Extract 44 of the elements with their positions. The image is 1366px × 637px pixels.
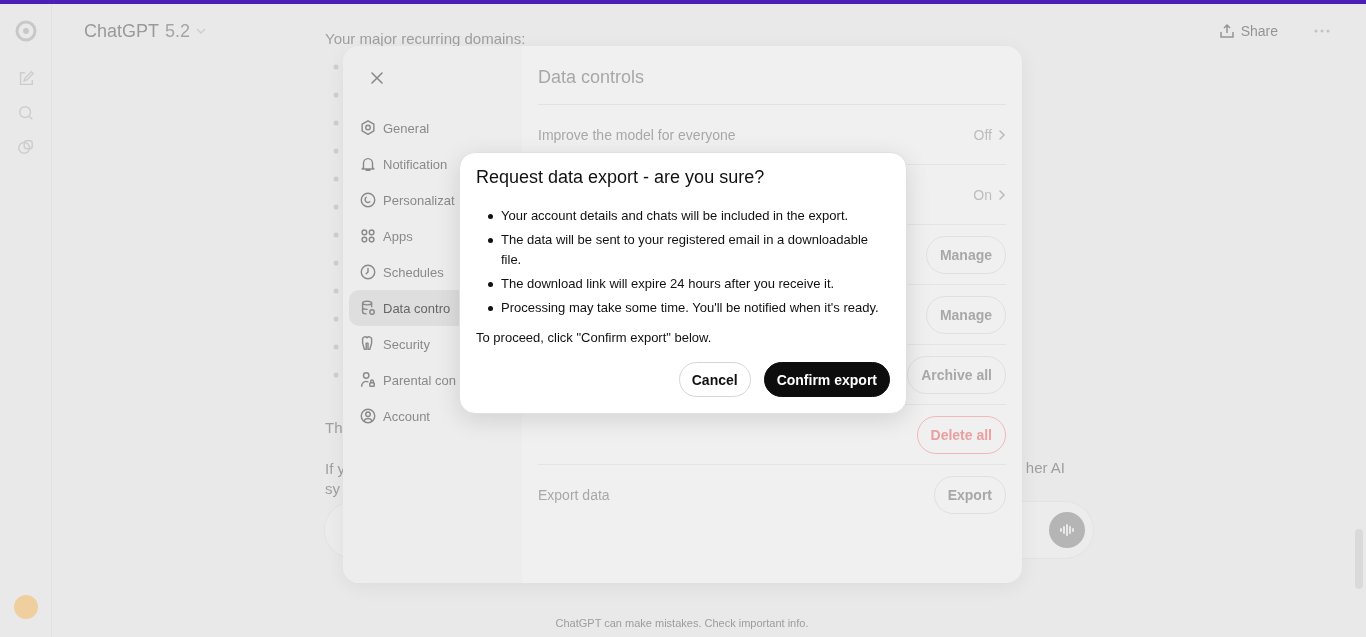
settings-nav-item[interactable]: Account <box>349 398 516 434</box>
chevron-down-icon[interactable] <box>196 28 207 34</box>
user-avatar[interactable] <box>13 595 38 619</box>
circle-icon <box>359 191 377 209</box>
person-circle-icon <box>359 407 377 425</box>
grid-icon <box>359 227 377 245</box>
settings-nav-item[interactable]: General <box>349 110 516 146</box>
settings-nav-item[interactable]: Parental con <box>349 362 516 398</box>
bullet-icon <box>488 306 493 311</box>
chat-text: her AI <box>1025 459 1065 476</box>
bullet-icon <box>488 214 493 219</box>
database-icon <box>359 299 377 317</box>
dialog-note: To proceed, click "Confirm export" below. <box>476 330 713 345</box>
dialog-bullet-text: The data will be sent to your registered email in a downloadable file. <box>501 231 870 269</box>
setting-label: Export data <box>538 487 610 503</box>
chat-text: Th <box>325 419 343 436</box>
more-icon[interactable] <box>1314 29 1330 33</box>
dialog-bullet-text: The download link will expire 24 hours after you receive it. <box>501 275 835 293</box>
voice-button[interactable] <box>1049 512 1085 548</box>
dialog-title: Request data export - are you sure? <box>476 167 766 188</box>
disclaimer-text: ChatGPT can make mistakes. Check important info. <box>554 617 810 631</box>
cancel-button[interactable]: Cancel <box>678 362 751 397</box>
model-selector[interactable]: ChatGPT 5.2 <box>84 20 207 42</box>
search-icon[interactable] <box>16 104 35 122</box>
clock-icon <box>359 263 377 281</box>
close-icon <box>370 71 384 85</box>
bullet-icon <box>488 238 493 243</box>
bell-icon <box>359 155 377 173</box>
person-lock-icon <box>359 371 377 389</box>
gear-icon <box>359 119 377 137</box>
chat-text: sy <box>325 480 340 497</box>
waveform-icon <box>1059 524 1075 536</box>
upload-icon <box>1218 23 1235 39</box>
logo-icon[interactable] <box>14 20 37 42</box>
section-title: Data controls <box>538 64 1006 105</box>
chat-text: Your major recurring domains: <box>325 30 526 47</box>
chevron-right-icon <box>998 128 1006 141</box>
chevron-right-icon <box>998 188 1006 201</box>
images-icon[interactable] <box>16 138 35 156</box>
share-button[interactable]: Share <box>1212 22 1284 40</box>
dialog-bullet-text: Your account details and chats will be included in the export. <box>501 207 849 225</box>
confirm-button[interactable]: Confirm export <box>763 362 890 397</box>
setting-label: Improve the model for everyone <box>538 126 736 143</box>
bullet-icon <box>488 282 493 287</box>
